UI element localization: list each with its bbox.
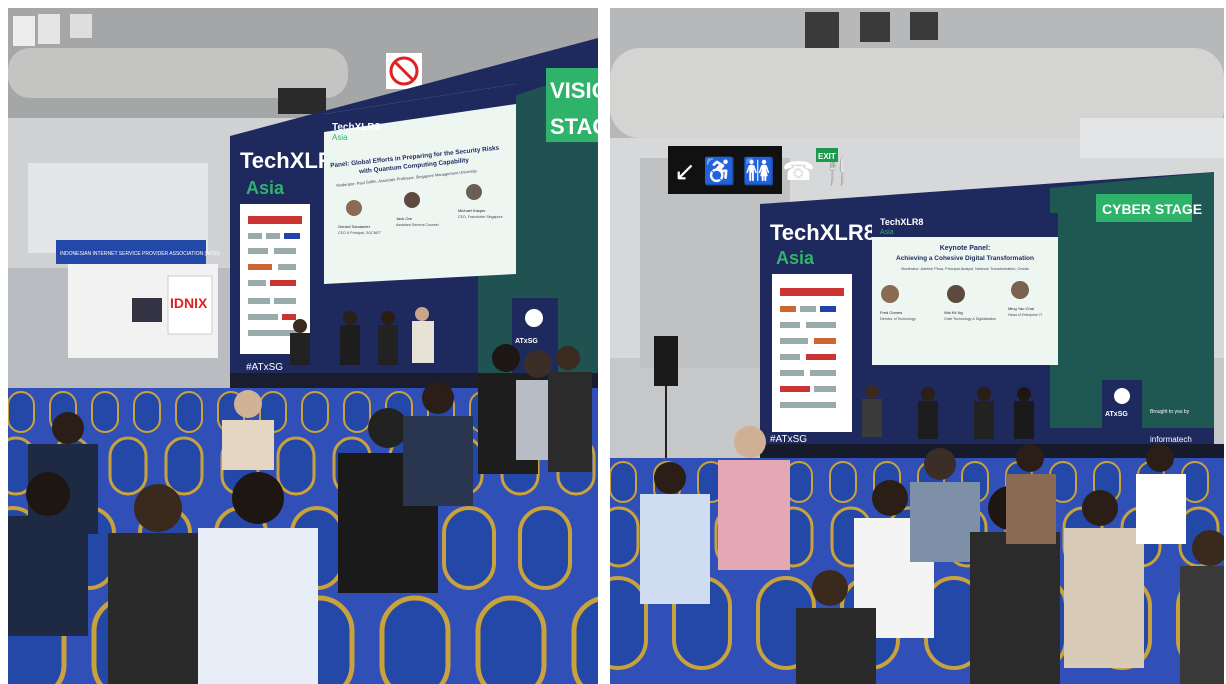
chair [133,391,161,433]
chair [518,506,572,590]
speaker-3-role: CEO, Fraunhofer Singapore [458,215,503,219]
ceiling-speaker [860,12,890,42]
chair [175,391,203,433]
camera-sign [278,88,326,114]
speaker-2-name: Wai Kit Ng [944,310,963,315]
chair [610,506,640,568]
stage-name-line1: VISIO [550,78,598,103]
speaker-2-role: Assistant General Counsel [396,223,439,227]
loudspeaker [654,336,678,386]
chair [164,436,204,496]
booth-logo: IDNIX [170,295,208,311]
speaker-3-role: Head of Enterprise IT [1008,313,1043,317]
podium-logo: ATxSG [1105,411,1128,418]
screen-panel-title-line2: Achieving a Cohesive Digital Transformat… [896,255,1034,262]
booth-monitor [132,298,162,322]
sponsor-label: Brought to you by [1150,409,1190,415]
podium-logo: ATxSG [515,338,538,345]
speaker-3-name: Ming Yao Chai [1008,306,1034,311]
speaker-3-name: Michael Kasper [458,208,486,213]
speaker-2-name: Jack Ore [396,216,413,221]
chair [610,461,637,503]
speaker-2-role: Chief Technology & Digitalisation [944,317,996,321]
chair [343,391,371,433]
event-region: Asia [776,248,815,268]
photo-cyber-stage: ↙ ♿ 🚻 ☎ 🍴 EXIT CYBER STAGE TechXLR8 Asia… [610,8,1224,684]
chair [8,391,35,433]
screen-panel-title-line1: Keynote Panel: [940,245,991,252]
event-title: TechXLR8 [770,220,876,245]
chair [91,391,119,433]
chair [276,436,316,496]
event-region: Asia [246,178,285,198]
screen-header-sub: Asia [332,133,348,142]
chair [379,595,451,684]
ceiling-speaker [13,16,35,46]
hashtag: #ATxSG [246,362,283,373]
stage-name: CYBER STAGE [1102,201,1202,217]
screen-header: TechXLR8 [332,122,381,133]
chair [301,391,329,433]
speaker-1-name: Gerard Sandanter [338,224,371,229]
ceiling-speaker [70,14,92,38]
chair [475,595,547,684]
cyber-stage-scene: ↙ ♿ 🚻 ☎ 🍴 EXIT CYBER STAGE TechXLR8 Asia… [610,8,1224,684]
ceiling-speaker [805,12,839,48]
stage-name-line2: STAG [550,114,598,139]
sponsor-logo: informatech [1150,435,1192,444]
photo-vision-stage: VISIO STAG TechXLR8 Asia #ATxSG TechXLR8… [8,8,598,684]
chair [442,506,496,590]
screen-moderator: Moderator: Adeline Phua, Principal Analy… [901,267,1029,271]
wall-panel [28,163,208,253]
hashtag: #ATxSG [770,434,807,445]
chair [108,436,148,496]
speaker-1-role: Director of Technology [880,317,916,321]
speaker-1-name: Fred Gomes [880,310,902,315]
vision-stage-scene: VISIO STAG TechXLR8 Asia #ATxSG TechXLR8… [8,8,598,684]
chair [829,461,857,503]
sponsor-board [772,274,852,432]
ceiling-speaker [38,14,60,44]
screen-header-sub: Asia [880,229,894,236]
exit-sign-text: EXIT [818,152,836,161]
speaker-1-role: CEO & Principal, SOCNET [338,231,382,235]
booth-sign-text: INDONESIAN INTERNET SERVICE PROVIDER ASS… [60,251,220,257]
ceiling-speaker [910,12,938,40]
screen-header: TechXLR8 [880,217,923,227]
